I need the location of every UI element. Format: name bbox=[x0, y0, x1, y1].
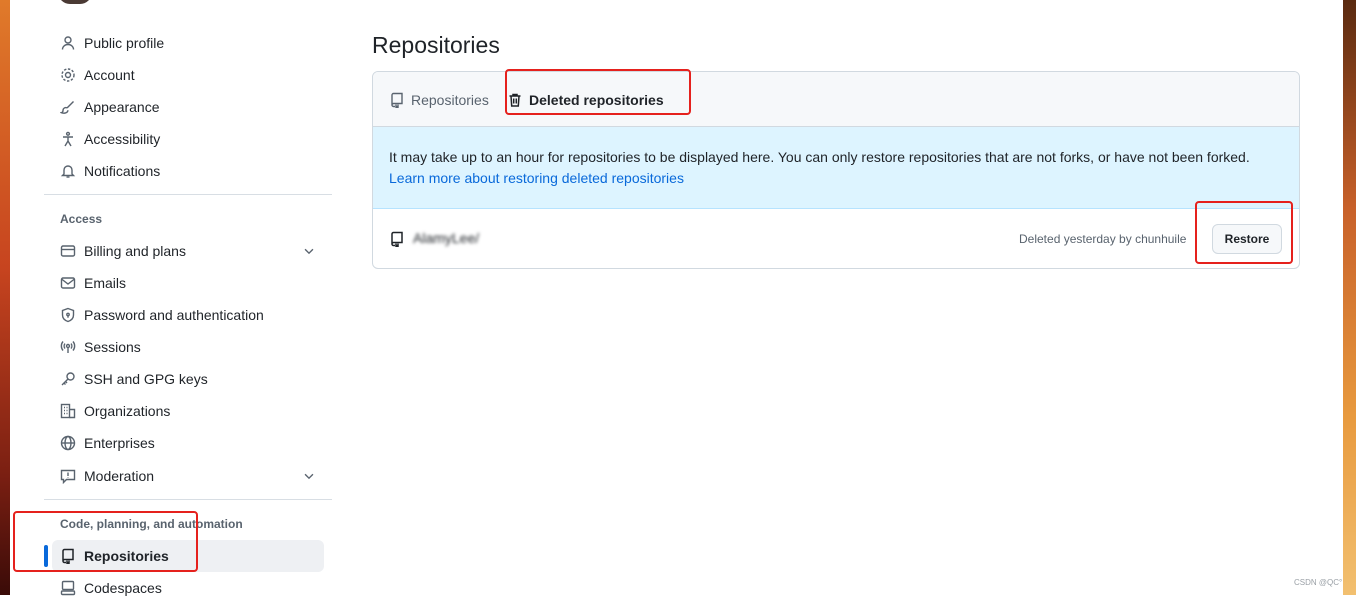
sidebar-item-moderation[interactable]: Moderation bbox=[52, 460, 324, 492]
broadcast-icon bbox=[59, 339, 76, 356]
repositories-panel: Repositories Deleted repositories It may… bbox=[372, 71, 1300, 269]
sidebar-group-title-code: Code, planning, and automation bbox=[60, 517, 243, 531]
tab-bar: Repositories Deleted repositories bbox=[373, 72, 1299, 127]
sidebar-item-appearance[interactable]: Appearance bbox=[52, 91, 324, 123]
tab-label: Repositories bbox=[411, 92, 489, 108]
sidebar-item-sessions[interactable]: Sessions bbox=[52, 331, 324, 363]
sidebar-item-label: Password and authentication bbox=[84, 307, 264, 323]
sidebar-item-label: Codespaces bbox=[84, 580, 162, 596]
report-icon bbox=[59, 468, 76, 485]
sidebar-item-organizations[interactable]: Organizations bbox=[52, 395, 324, 427]
sidebar-item-enterprises[interactable]: Enterprises bbox=[52, 427, 324, 459]
learn-more-link[interactable]: Learn more about restoring deleted repos… bbox=[389, 170, 684, 186]
person-icon bbox=[59, 35, 76, 52]
sidebar-item-label: Organizations bbox=[84, 403, 171, 419]
sidebar-item-label: SSH and GPG keys bbox=[84, 371, 208, 387]
sidebar-item-billing[interactable]: Billing and plans bbox=[52, 235, 324, 267]
sidebar-group-title-access: Access bbox=[60, 212, 103, 226]
sidebar-item-label: Enterprises bbox=[84, 435, 155, 451]
bell-icon bbox=[59, 163, 76, 180]
sidebar-item-repositories[interactable]: Repositories bbox=[52, 540, 324, 572]
globe-icon bbox=[59, 435, 76, 452]
tab-deleted-repositories[interactable]: Deleted repositories bbox=[507, 90, 664, 110]
info-notice: It may take up to an hour for repositori… bbox=[373, 127, 1299, 209]
repo-icon bbox=[391, 92, 403, 108]
sidebar-item-label: Account bbox=[84, 67, 135, 83]
avatar bbox=[58, 0, 92, 4]
sidebar-divider bbox=[44, 194, 332, 195]
sidebar-divider bbox=[44, 499, 332, 500]
shield-lock-icon bbox=[59, 307, 76, 324]
sidebar-item-label: Accessibility bbox=[84, 131, 161, 147]
codespaces-icon bbox=[59, 580, 76, 597]
deleted-meta: Deleted yesterday by chunhuile bbox=[1019, 232, 1187, 246]
sidebar-item-accessibility[interactable]: Accessibility bbox=[52, 123, 324, 155]
mail-icon bbox=[59, 275, 76, 292]
sidebar-item-label: Moderation bbox=[84, 468, 155, 484]
sidebar-item-label: Sessions bbox=[84, 339, 141, 355]
sidebar-item-label: Emails bbox=[84, 275, 127, 291]
chevron-down-icon[interactable] bbox=[302, 469, 316, 483]
active-indicator bbox=[44, 545, 48, 567]
tab-repositories[interactable]: Repositories bbox=[389, 90, 489, 110]
sidebar-item-label: Notifications bbox=[84, 163, 161, 179]
deleted-repo-row: AlamyLee/ Deleted yesterday by chunhuile… bbox=[373, 209, 1299, 268]
organization-icon bbox=[59, 403, 76, 420]
accessibility-icon bbox=[59, 131, 76, 148]
watermark: CSDN @QC° bbox=[1294, 578, 1343, 587]
repo-icon bbox=[59, 548, 76, 565]
desktop-background-left bbox=[0, 0, 10, 595]
sidebar-item-label: Billing and plans bbox=[84, 243, 186, 259]
sidebar-item-label: Repositories bbox=[84, 548, 169, 564]
repo-icon bbox=[391, 231, 403, 247]
trash-icon bbox=[509, 93, 521, 107]
sidebar-item-password[interactable]: Password and authentication bbox=[52, 299, 324, 331]
sidebar-item-label: Public profile bbox=[84, 35, 165, 51]
credit-card-icon bbox=[59, 243, 76, 260]
sidebar-item-codespaces[interactable]: Codespaces bbox=[52, 572, 324, 604]
tab-label: Deleted repositories bbox=[529, 92, 664, 108]
gear-icon bbox=[59, 67, 76, 84]
sidebar-item-notifications[interactable]: Notifications bbox=[52, 155, 324, 187]
chevron-down-icon[interactable] bbox=[302, 244, 316, 258]
desktop-background-right bbox=[1343, 0, 1356, 595]
paintbrush-icon bbox=[59, 99, 76, 116]
page-title: Repositories bbox=[372, 32, 500, 58]
sidebar-item-emails[interactable]: Emails bbox=[52, 267, 324, 299]
restore-button[interactable]: Restore bbox=[1212, 224, 1282, 254]
sidebar-item-public-profile[interactable]: Public profile bbox=[52, 27, 324, 59]
repo-name: AlamyLee/ bbox=[413, 230, 480, 246]
key-icon bbox=[59, 371, 76, 388]
notice-text: It may take up to an hour for repositori… bbox=[389, 149, 1250, 165]
sidebar-item-account[interactable]: Account bbox=[52, 59, 324, 91]
sidebar-item-ssh-gpg-keys[interactable]: SSH and GPG keys bbox=[52, 363, 324, 395]
sidebar-item-label: Appearance bbox=[84, 99, 160, 115]
